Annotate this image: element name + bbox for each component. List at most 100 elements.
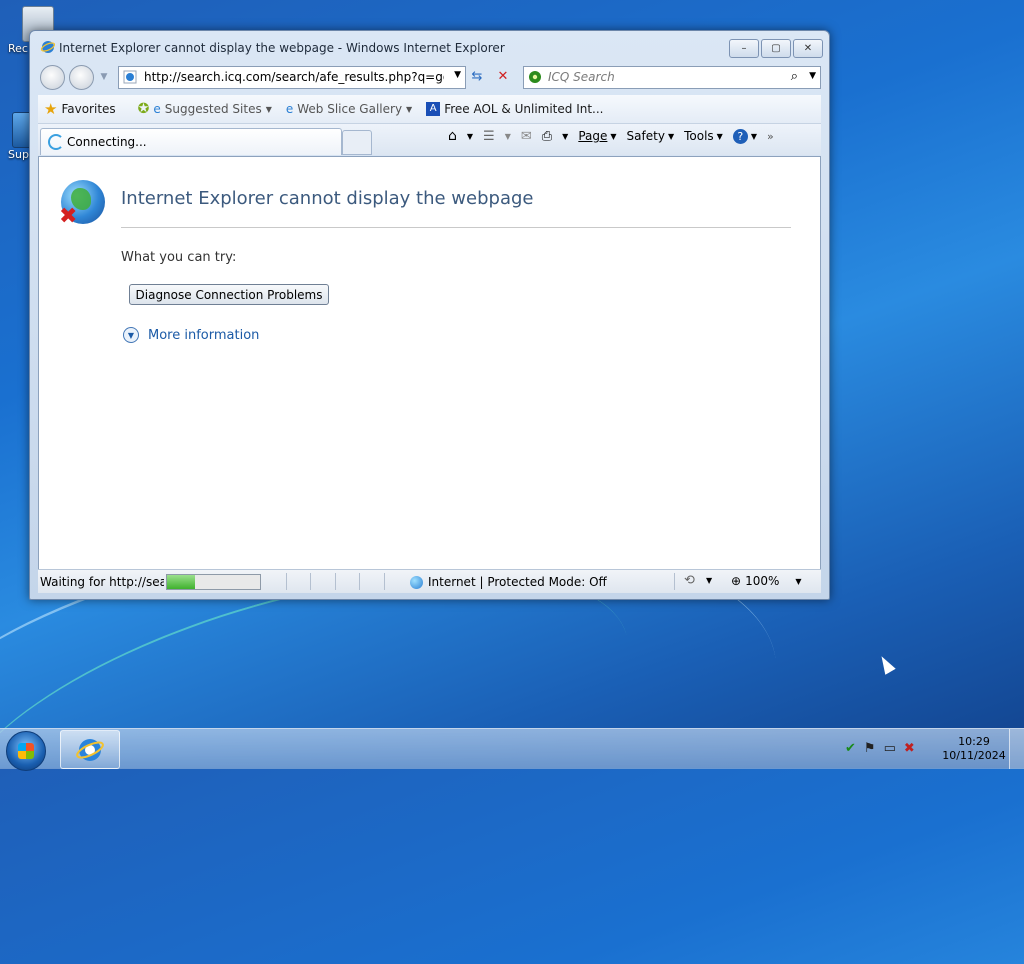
taskbar-internet-explorer[interactable] bbox=[60, 730, 120, 769]
refresh-icon: ⇆ bbox=[471, 69, 483, 84]
title-bar[interactable]: Internet Explorer cannot display the web… bbox=[30, 31, 829, 61]
favorites-bar: ★ Favorites ✪ e Suggested Sites ▼ e Web … bbox=[38, 95, 821, 124]
start-button[interactable] bbox=[6, 731, 46, 771]
print-icon[interactable]: ⎙ bbox=[542, 129, 552, 144]
what-you-can-try-label: What you can try: bbox=[121, 250, 237, 265]
status-text: Waiting for http://search.icq.com/ bbox=[40, 575, 164, 589]
divider bbox=[286, 573, 287, 590]
window-title: Internet Explorer cannot display the web… bbox=[59, 41, 505, 55]
show-desktop-button[interactable] bbox=[1009, 729, 1024, 769]
chevron-down-icon[interactable]: ▼ bbox=[706, 576, 712, 585]
zoom-level: 100% bbox=[745, 574, 780, 588]
home-icon[interactable]: ⌂ bbox=[448, 128, 457, 144]
mouse-cursor bbox=[876, 653, 896, 675]
star-icon: ★ bbox=[44, 100, 58, 118]
page-content: ✖ Internet Explorer cannot display the w… bbox=[38, 156, 821, 570]
tab-connecting[interactable]: Connecting... bbox=[40, 128, 342, 155]
chevron-down-icon: ▼ bbox=[716, 131, 723, 141]
chevron-down-icon: ▼ bbox=[795, 576, 802, 586]
more-information-label: More information bbox=[148, 327, 260, 343]
action-center-flag-icon[interactable]: ⚑ bbox=[864, 741, 876, 756]
ie-logo-icon bbox=[41, 41, 55, 53]
error-heading: Internet Explorer cannot display the web… bbox=[121, 188, 534, 209]
compatibility-icon[interactable]: ⟲ bbox=[684, 573, 695, 588]
maximize-icon: ▢ bbox=[771, 43, 781, 54]
divider bbox=[359, 573, 360, 590]
volume-muted-icon[interactable]: ✖ bbox=[904, 741, 915, 756]
more-information-link[interactable]: ▼ More information bbox=[123, 327, 259, 343]
suggested-sites-link[interactable]: ✪ e Suggested Sites ▼ bbox=[138, 101, 272, 117]
address-text: http://search.icq.com/search/afe_results… bbox=[144, 70, 444, 84]
zoom-control[interactable]: ⊕ 100% ▼ bbox=[731, 574, 802, 588]
minimize-button[interactable]: – bbox=[729, 39, 759, 58]
back-button[interactable] bbox=[40, 65, 65, 90]
address-dropdown-icon[interactable]: ▼ bbox=[454, 70, 461, 80]
web-slice-gallery-label: Web Slice Gallery bbox=[297, 102, 403, 116]
diagnose-connection-button[interactable]: Diagnose Connection Problems bbox=[129, 284, 329, 305]
home-dropdown-icon[interactable]: ▼ bbox=[467, 132, 473, 141]
icq-flower-icon bbox=[529, 71, 541, 83]
suggested-sites-label: Suggested Sites bbox=[164, 102, 262, 116]
print-dropdown-icon[interactable]: ▼ bbox=[562, 132, 568, 141]
refresh-button[interactable]: ⇆ bbox=[467, 66, 487, 87]
clock-time: 10:29 bbox=[958, 735, 990, 748]
favorites-label: Favorites bbox=[61, 102, 116, 116]
address-bar[interactable]: http://search.icq.com/search/afe_results… bbox=[118, 66, 466, 89]
free-aol-label: Free AOL & Unlimited Int... bbox=[444, 102, 604, 116]
status-bar: Waiting for http://search.icq.com/ Inter… bbox=[38, 569, 821, 593]
stop-button[interactable]: ✕ bbox=[493, 66, 513, 87]
search-dropdown-icon[interactable]: ▼ bbox=[809, 71, 816, 81]
system-tray: ✔ ⚑ ▭ ✖ bbox=[845, 741, 915, 756]
desktop-icon-label: Sup bbox=[8, 148, 29, 161]
navigation-bar: ▼ http://search.icq.com/search/afe_resul… bbox=[30, 62, 829, 92]
chevron-down-icon: ▼ bbox=[406, 104, 413, 114]
mail-icon[interactable]: ✉ bbox=[521, 129, 532, 144]
minimize-icon: – bbox=[741, 43, 747, 54]
desktop-icon-label: Rec bbox=[8, 42, 28, 55]
taskbar: ✔ ⚑ ▭ ✖ 10:29 10/11/2024 bbox=[0, 728, 1024, 771]
close-button[interactable]: ✕ bbox=[793, 39, 823, 58]
globe-icon bbox=[410, 575, 423, 589]
clock[interactable]: 10:29 10/11/2024 bbox=[942, 735, 1006, 763]
safety-menu[interactable]: Safety ▼ bbox=[627, 129, 675, 143]
favorites-button[interactable]: ★ Favorites bbox=[44, 100, 116, 118]
clock-date: 10/11/2024 bbox=[942, 749, 1006, 762]
search-icon[interactable]: ⌕ bbox=[791, 69, 798, 84]
tools-menu[interactable]: Tools ▼ bbox=[684, 129, 723, 143]
aol-icon: A bbox=[426, 102, 441, 116]
rss-feed-icon[interactable]: ☰ bbox=[483, 129, 495, 144]
ie-page-icon: e bbox=[285, 102, 294, 116]
search-box[interactable]: ICQ Search ⌕ ▼ bbox=[523, 66, 821, 89]
chevron-down-icon: ▼ bbox=[610, 131, 617, 141]
free-aol-link[interactable]: A Free AOL & Unlimited Int... bbox=[426, 102, 604, 116]
divider bbox=[335, 573, 336, 590]
zone-label: Internet | Protected Mode: Off bbox=[428, 575, 607, 589]
divider bbox=[310, 573, 311, 590]
chevron-down-icon: ▼ bbox=[265, 104, 272, 114]
chevron-down-icon: ▼ bbox=[750, 131, 757, 141]
red-x-icon: ✖ bbox=[59, 204, 78, 229]
web-slice-gallery-link[interactable]: e Web Slice Gallery ▼ bbox=[286, 102, 412, 116]
help-menu[interactable]: ? ▼ bbox=[732, 128, 757, 144]
page-menu[interactable]: Page ▼ bbox=[578, 129, 616, 143]
divider bbox=[674, 573, 675, 590]
stop-icon: ✕ bbox=[497, 69, 509, 84]
maximize-button[interactable]: ▢ bbox=[761, 39, 791, 58]
ie-window: Internet Explorer cannot display the web… bbox=[29, 30, 830, 600]
page-menu-label: Page bbox=[578, 129, 608, 143]
zoom-icon: ⊕ bbox=[731, 574, 742, 588]
windows-logo-icon bbox=[18, 743, 34, 759]
security-zone[interactable]: Internet | Protected Mode: Off bbox=[410, 575, 607, 589]
security-icon[interactable]: ✔ bbox=[845, 741, 856, 756]
loading-spinner-icon bbox=[48, 134, 64, 150]
new-tab-button[interactable] bbox=[342, 130, 372, 155]
forward-button[interactable] bbox=[69, 65, 94, 90]
progress-bar bbox=[166, 574, 261, 590]
network-icon[interactable]: ▭ bbox=[884, 741, 896, 756]
recent-pages-dropdown[interactable]: ▼ bbox=[94, 66, 114, 87]
more-tools-icon[interactable]: » bbox=[767, 130, 774, 143]
safety-menu-label: Safety bbox=[626, 129, 665, 143]
feed-dropdown-icon[interactable]: ▼ bbox=[505, 132, 511, 141]
page-icon bbox=[123, 70, 137, 84]
ie-page-icon: e bbox=[153, 102, 161, 116]
